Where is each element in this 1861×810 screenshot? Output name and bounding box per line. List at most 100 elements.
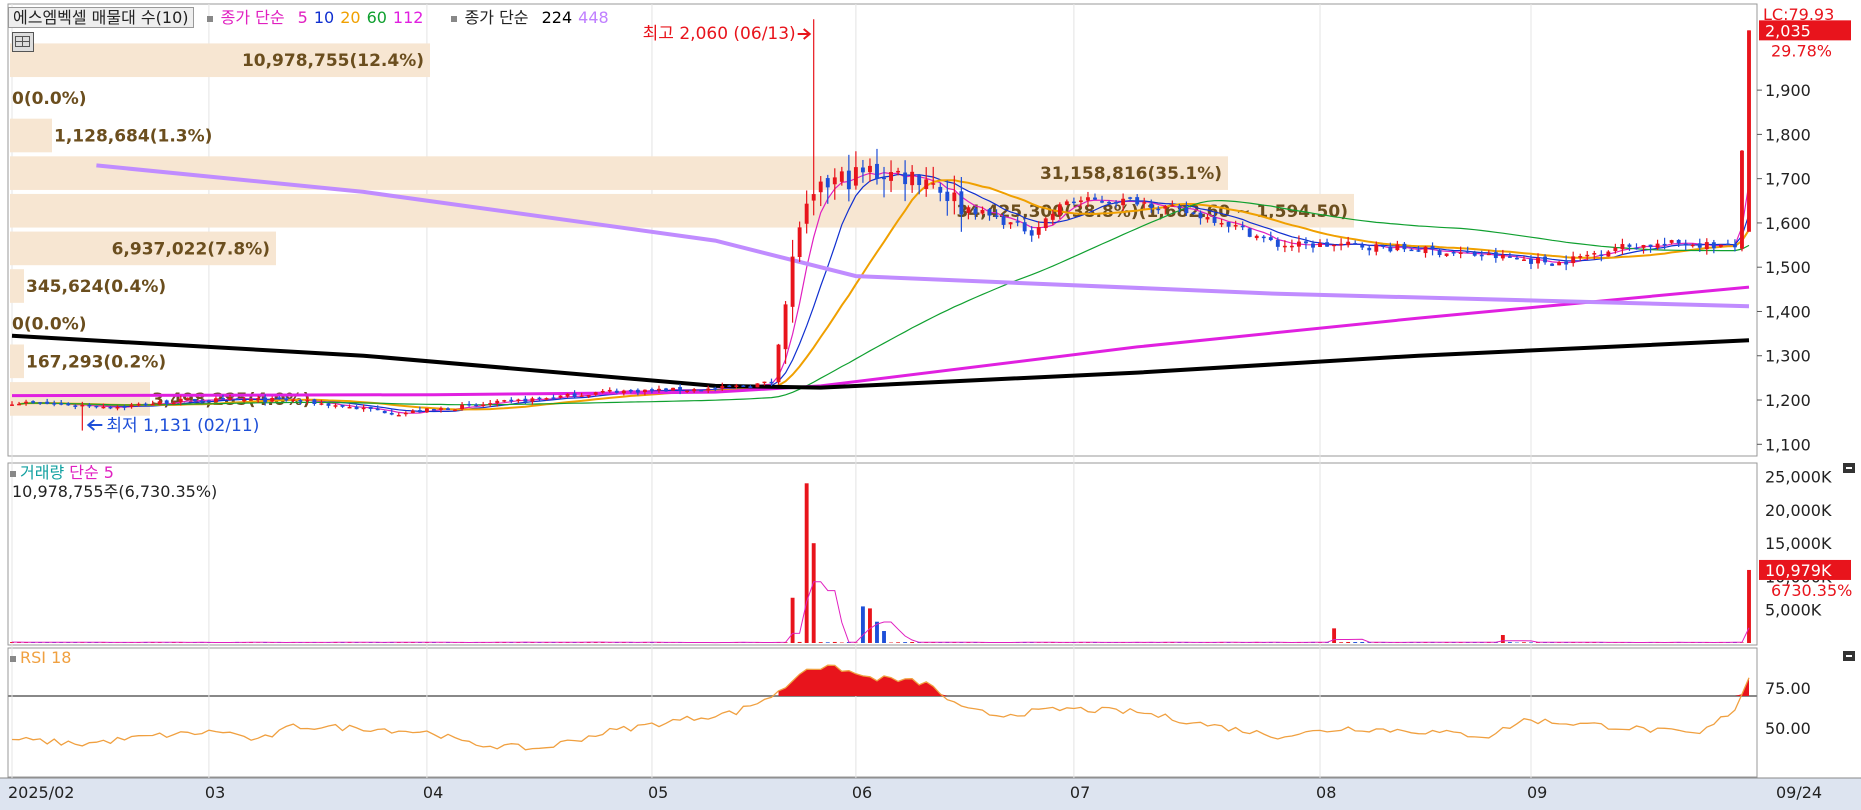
candle-body: [115, 406, 120, 409]
candle-body: [853, 167, 858, 186]
candle-body: [1163, 206, 1168, 209]
profile-bar: [10, 269, 24, 303]
volume-bars[interactable]: [10, 483, 1751, 644]
candle-body: [572, 393, 577, 397]
candle-body: [101, 406, 106, 409]
volume-bar: [797, 641, 802, 643]
candle-body: [1128, 197, 1133, 199]
candle-body: [38, 402, 43, 404]
candle-body: [1170, 205, 1175, 207]
candle-body: [185, 398, 190, 400]
candle-body: [1451, 252, 1456, 254]
volume-bar: [1346, 641, 1351, 643]
x-tick-label: 03: [205, 783, 225, 802]
volume-bar: [1529, 642, 1533, 643]
candle-body: [1690, 244, 1695, 247]
ma-legend[interactable]: 종가 단순 5 10 20 60 112: [206, 8, 443, 27]
candle-body: [1704, 242, 1709, 250]
candle-body: [1184, 207, 1189, 214]
candle-body: [973, 208, 978, 215]
candle-body: [523, 398, 528, 402]
rsi-legend[interactable]: RSI 18: [10, 648, 71, 667]
price-y-tick: 1,400: [1765, 302, 1811, 321]
candle-body: [1395, 244, 1400, 251]
candle-body: [502, 400, 507, 402]
volume-bar: [1360, 642, 1365, 643]
candle-body: [1529, 258, 1533, 264]
candle-body: [1071, 201, 1076, 204]
minimize-volume-icon[interactable]: [1843, 463, 1855, 473]
last-change-tag: 29.78%: [1771, 41, 1832, 60]
candle-body: [1149, 203, 1154, 209]
ma-112-line: [11, 285, 1750, 398]
candle-body: [1444, 253, 1449, 256]
stock-chart[interactable]: 10,978,755(12.4%) 0(0.0%) 1,128,684(1.3%) 3…: [0, 0, 1861, 810]
price-y-tick: 1,100: [1765, 435, 1811, 454]
candle-body: [769, 381, 774, 384]
ma2-legend[interactable]: 종가 단순 224 448: [450, 8, 623, 27]
candle-body: [1514, 257, 1519, 260]
volume-ma-line: [12, 581, 1750, 644]
volume-bar: [1522, 642, 1526, 643]
candle-body: [896, 170, 901, 173]
table-grid-icon[interactable]: [12, 32, 34, 52]
candle-body: [1465, 251, 1470, 253]
candle-body: [1275, 239, 1280, 247]
candle-body: [614, 390, 619, 393]
profile-label: 0(0.0%): [12, 315, 87, 335]
x-tick-label: 06: [852, 783, 872, 802]
candle-body: [178, 398, 183, 403]
candle-body: [1479, 254, 1484, 257]
candle-body: [657, 388, 661, 391]
candle-body: [221, 398, 225, 400]
volume-summary: 10,978,755주(6,730.35%): [12, 482, 218, 501]
last-price-tag: 2,035: [1765, 21, 1811, 40]
volume-bar: [1332, 628, 1337, 643]
candle-body: [1050, 213, 1055, 220]
candle-body: [1022, 222, 1027, 232]
candle-body: [860, 167, 865, 173]
price-y-tick: 1,800: [1765, 125, 1811, 144]
candle-body: [389, 412, 394, 415]
rsi-title: RSI 18: [20, 648, 72, 667]
price-y-tick: 1,600: [1765, 214, 1811, 233]
chart-title[interactable]: 에스엠벡셀 매물대 수(10): [8, 7, 194, 28]
ma-period-224: 224: [541, 8, 573, 27]
ma-prefix: 종가 단순: [220, 8, 285, 27]
candle-body: [1015, 221, 1020, 223]
candle-body: [417, 410, 422, 413]
candle-body: [171, 402, 176, 405]
candle-body: [410, 410, 415, 413]
price-legend: 에스엠벡셀 매물대 수(10) 종가 단순 5 10 20 60 112 종가 단순 2…: [8, 4, 631, 28]
profile-label: 1,128,684(1.3%): [54, 126, 212, 146]
candle-body: [17, 403, 21, 406]
candle-body: [1036, 227, 1041, 235]
candle-body: [1472, 252, 1477, 256]
candle-body: [354, 406, 359, 410]
candle-body: [235, 398, 239, 401]
candle-body: [52, 403, 57, 405]
volume-last-change: 6730.35%: [1771, 581, 1852, 600]
candle-body: [1430, 246, 1435, 250]
rsi-panel-frame: [7, 647, 1758, 778]
ma2-prefix: 종가 단순: [464, 8, 529, 27]
candle-body: [1416, 250, 1421, 252]
candle-body: [1247, 228, 1252, 237]
candle-body: [150, 403, 155, 406]
candle-body: [994, 215, 999, 218]
candle-body: [143, 403, 148, 406]
volume-bar: [790, 597, 795, 643]
candle-body: [1240, 225, 1245, 228]
candle-body: [1374, 244, 1379, 252]
candle-body: [889, 172, 893, 181]
volume-profile: 10,978,755(12.4%) 0(0.0%) 1,128,684(1.3%) 3…: [10, 43, 1354, 416]
candle-body: [924, 179, 929, 189]
rsi-line: [11, 664, 1750, 751]
candle-body: [31, 401, 36, 403]
volume-bar: [903, 642, 908, 643]
candle-body: [1732, 243, 1737, 248]
candle-body: [1360, 244, 1365, 248]
minimize-rsi-icon[interactable]: [1843, 651, 1855, 661]
candle-body: [1486, 253, 1491, 256]
candle-body: [1114, 202, 1119, 204]
